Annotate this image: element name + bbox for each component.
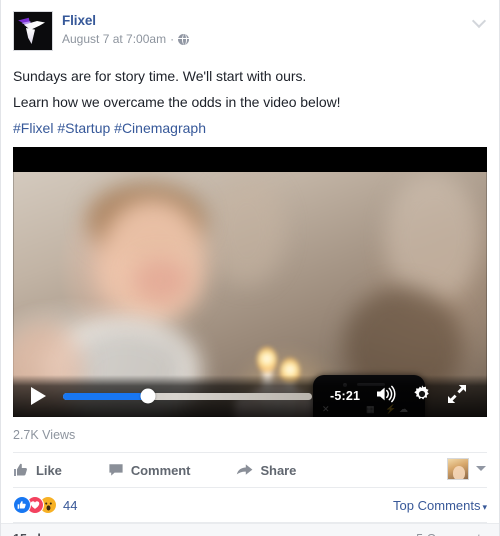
post-body: Sundays are for story time. We'll start …: [1, 51, 499, 147]
comment-bubble-icon: [109, 464, 123, 476]
reaction-like-icon: [13, 496, 31, 514]
view-count: 2.7K Views: [13, 428, 76, 442]
page-avatar[interactable]: [13, 11, 53, 51]
post-footer: 15 shares 5 Comments: [1, 523, 499, 536]
globe-icon[interactable]: [178, 33, 190, 45]
top-comments-label: Top Comments: [393, 497, 481, 513]
video-player[interactable]: ✕ ▦ ⚡ ☁ -5:2: [13, 147, 487, 417]
share-label: Share: [260, 462, 297, 478]
like-button[interactable]: Like: [13, 462, 62, 478]
chevron-down-icon[interactable]: [473, 14, 485, 26]
share-arrow-icon: [237, 464, 253, 475]
reaction-icon-stack[interactable]: 44: [13, 496, 77, 514]
gear-icon[interactable]: [412, 384, 432, 409]
comment-button[interactable]: Comment: [108, 462, 191, 478]
comments-count-link[interactable]: 5 Comments: [416, 532, 487, 536]
page-name-link[interactable]: Flixel: [62, 12, 189, 29]
expand-icon[interactable]: [447, 384, 467, 409]
post-text-line-1: Sundays are for story time. We'll start …: [13, 68, 307, 84]
video-controls-bar: -5:21: [13, 375, 487, 417]
like-label: Like: [36, 462, 62, 478]
top-comments-sort-dropdown[interactable]: Top Comments ▾: [393, 498, 487, 513]
post-action-bar: Like Comment Share: [1, 453, 499, 487]
meta-separator: ·: [170, 32, 175, 46]
user-avatar[interactable]: [447, 458, 469, 480]
share-button[interactable]: Share: [236, 462, 296, 478]
video-child-cheek-shape: [133, 259, 189, 303]
avatar-dropdown-caret-icon[interactable]: [476, 466, 486, 471]
post-timestamp[interactable]: August 7 at 7:00am: [62, 31, 166, 47]
reactions-row: 44 Top Comments ▾: [1, 488, 499, 522]
video-letterbox-top: [13, 147, 487, 172]
video-progress-fill: [63, 392, 148, 400]
reaction-count: 44: [63, 497, 78, 513]
post-meta-row: August 7 at 7:00am ·: [62, 31, 190, 47]
thumbs-up-icon: [14, 463, 27, 476]
video-views-row: 2.7K Views: [1, 417, 499, 452]
flame-one-shape: [257, 347, 277, 373]
video-progress-knob[interactable]: [140, 388, 156, 404]
post-header: Flixel August 7 at 7:00am ·: [1, 0, 499, 51]
comment-label: Comment: [130, 462, 191, 478]
video-bg-right-shape: [385, 173, 481, 303]
video-bg-person-shape: [209, 177, 285, 285]
post-hashtags[interactable]: #Flixel #Startup #Cinemagraph: [13, 115, 487, 147]
shares-count-link[interactable]: 15 shares: [13, 532, 71, 536]
post-text-line-2: Learn how we overcame the odds in the vi…: [13, 94, 341, 110]
post-header-meta: Flixel August 7 at 7:00am ·: [53, 11, 190, 51]
volume-on-icon[interactable]: [375, 385, 397, 408]
play-icon[interactable]: [31, 387, 46, 405]
caret-down-icon: ▾: [482, 501, 487, 512]
logo-tail-shape: [26, 28, 35, 44]
video-progress-scrubber[interactable]: [63, 388, 312, 404]
facebook-post-card: Flixel August 7 at 7:00am · Sundays are …: [0, 0, 500, 536]
video-time-remaining: -5:21: [330, 389, 361, 403]
